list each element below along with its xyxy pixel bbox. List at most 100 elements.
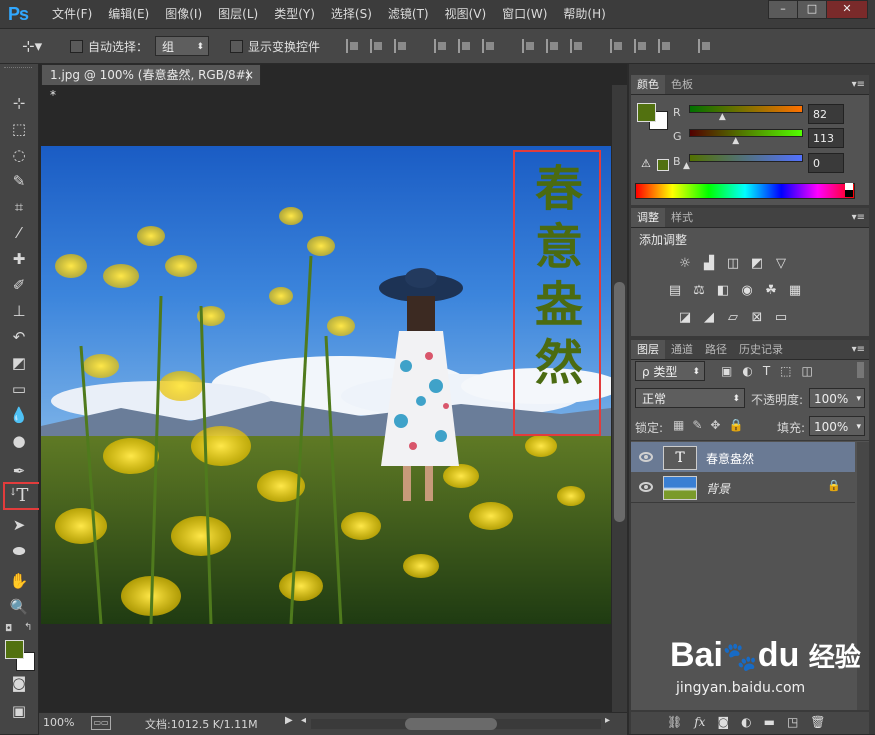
filter-type-icon[interactable]: T: [763, 364, 770, 378]
close-tab-icon[interactable]: ×: [244, 65, 254, 85]
menu-select[interactable]: 选择(S): [323, 0, 380, 28]
link-layers-icon[interactable]: ⛓: [667, 715, 682, 729]
tab-adjustments[interactable]: 调整: [631, 208, 665, 227]
filter-pixel-icon[interactable]: ▣: [721, 364, 732, 378]
distribute-vcenter-icon[interactable]: [546, 39, 560, 53]
slider-r-thumb[interactable]: ▲: [719, 112, 726, 122]
slider-b[interactable]: [689, 154, 803, 162]
menu-layer[interactable]: 图层(L): [210, 0, 266, 28]
tab-paths[interactable]: 路径: [699, 340, 733, 359]
scroll-right-arrow-icon[interactable]: ▸: [605, 715, 610, 726]
hand-tool-icon[interactable]: ✋: [8, 570, 30, 592]
align-top-icon[interactable]: [346, 39, 360, 53]
vibrance-icon[interactable]: ▽: [773, 257, 789, 271]
fg-color-chip[interactable]: [637, 103, 656, 122]
selective-color-icon[interactable]: ⊠: [749, 311, 765, 325]
layer-name[interactable]: 春意盎然: [706, 450, 754, 467]
tab-history[interactable]: 历史记录: [733, 340, 789, 359]
filter-smart-icon[interactable]: ◫: [802, 364, 813, 378]
layer-filter-dropdown[interactable]: ρ 类型 ⬍: [635, 361, 705, 381]
panel-menu-icon[interactable]: ▾≡: [852, 208, 869, 227]
color-balance-icon[interactable]: ⚖: [691, 284, 707, 298]
gamut-warning-icon[interactable]: ⚠: [641, 157, 651, 170]
align-vcenter-icon[interactable]: [370, 39, 384, 53]
path-select-tool-icon[interactable]: ➤: [8, 514, 30, 536]
move-tool-preset-icon[interactable]: ⊹▾: [22, 37, 42, 55]
black-white-icon[interactable]: ◧: [715, 284, 731, 298]
slider-g-thumb[interactable]: ▲: [732, 136, 739, 146]
align-hcenter-icon[interactable]: [458, 39, 472, 53]
value-r[interactable]: 82: [808, 104, 844, 124]
align-left-icon[interactable]: [434, 39, 448, 53]
visibility-eye-icon[interactable]: [639, 452, 653, 462]
filter-shape-icon[interactable]: ⬚: [780, 364, 791, 378]
lasso-tool-icon[interactable]: ◌: [8, 144, 30, 166]
ellipse-tool-icon[interactable]: ⬬: [8, 540, 30, 562]
photo-filter-icon[interactable]: ◉: [739, 284, 755, 298]
zoom-tool-icon[interactable]: 🔍: [8, 596, 30, 618]
layer-row-text[interactable]: T 春意盎然: [631, 442, 855, 473]
slider-b-thumb[interactable]: ▲: [683, 161, 690, 171]
crop-tool-icon[interactable]: ⌗: [8, 196, 30, 218]
filter-toggle[interactable]: [857, 362, 864, 378]
stamp-tool-icon[interactable]: ⊥: [8, 300, 30, 322]
tab-channels[interactable]: 通道: [665, 340, 699, 359]
auto-align-icon[interactable]: [698, 39, 712, 53]
opacity-input[interactable]: 100% ▾: [809, 388, 865, 408]
minimize-button[interactable]: –: [768, 0, 798, 19]
distribute-hcenter-icon[interactable]: [634, 39, 648, 53]
scroll-left-arrow-icon[interactable]: ◂: [301, 715, 306, 726]
type-tool-icon[interactable]: ꜜT: [8, 485, 30, 507]
brightness-icon[interactable]: ☼: [677, 257, 693, 271]
move-tool-icon[interactable]: ⊹: [8, 92, 30, 114]
hue-saturation-icon[interactable]: ▤: [667, 284, 683, 298]
levels-icon[interactable]: ▟: [701, 257, 717, 271]
lock-pixels-icon[interactable]: ✎: [692, 418, 702, 432]
menu-image[interactable]: 图像(I): [157, 0, 210, 28]
color-spectrum-bar[interactable]: [635, 183, 855, 199]
channel-mixer-icon[interactable]: ☘: [763, 284, 779, 298]
close-button[interactable]: ✕: [826, 0, 868, 19]
distribute-bottom-icon[interactable]: [570, 39, 584, 53]
swap-colors-icon[interactable]: ↰: [24, 622, 32, 633]
threshold-icon[interactable]: ▱: [725, 311, 741, 325]
visibility-eye-icon[interactable]: [639, 482, 653, 492]
delete-layer-icon[interactable]: 🗑: [810, 715, 825, 729]
gradient-map-icon[interactable]: ▭: [773, 311, 789, 325]
new-layer-icon[interactable]: ◳: [787, 715, 798, 729]
new-adjustment-icon[interactable]: ◐: [741, 715, 751, 729]
spectrum-bw-chip[interactable]: [845, 183, 853, 197]
menu-file[interactable]: 文件(F): [44, 0, 100, 28]
eyedropper-tool-icon[interactable]: ⁄: [8, 222, 30, 244]
healing-brush-tool-icon[interactable]: ✚: [8, 248, 30, 270]
panel-menu-icon[interactable]: ▾≡: [852, 75, 869, 94]
tab-color[interactable]: 颜色: [631, 75, 665, 94]
slider-r[interactable]: [689, 105, 803, 113]
new-group-icon[interactable]: ▬: [764, 715, 775, 729]
show-transform-checkbox[interactable]: [230, 40, 243, 53]
default-colors-icon[interactable]: ◘: [5, 624, 12, 634]
layer-row-background[interactable]: 背景 🔒: [631, 472, 855, 503]
exposure-icon[interactable]: ◩: [749, 257, 765, 271]
color-lookup-icon[interactable]: ▦: [787, 284, 803, 298]
screen-mode-icon[interactable]: ▣: [8, 700, 30, 722]
menu-type[interactable]: 类型(Y): [266, 0, 323, 28]
eraser-tool-icon[interactable]: ◩: [8, 352, 30, 374]
value-b[interactable]: 0: [808, 153, 844, 173]
quick-select-tool-icon[interactable]: ✎: [8, 170, 30, 192]
menu-window[interactable]: 窗口(W): [494, 0, 555, 28]
blend-mode-dropdown[interactable]: 正常 ⬍: [635, 388, 745, 408]
vertical-scroll-thumb[interactable]: [614, 282, 625, 522]
blur-tool-icon[interactable]: 💧: [8, 404, 30, 426]
quick-mask-icon[interactable]: ◙: [8, 672, 30, 694]
toolbox-grip[interactable]: [4, 67, 32, 72]
horizontal-scroll-thumb[interactable]: [405, 718, 497, 730]
invert-icon[interactable]: ◪: [677, 311, 693, 325]
auto-select-dropdown[interactable]: 组 ⬍: [155, 36, 209, 56]
pen-tool-icon[interactable]: ✒: [8, 460, 30, 482]
text-selection-box[interactable]: 春 意 盎 然: [513, 150, 601, 436]
gamut-swatch[interactable]: [657, 159, 669, 171]
posterize-icon[interactable]: ◢: [701, 311, 717, 325]
status-menu-arrow-icon[interactable]: ▶: [285, 715, 293, 726]
distribute-left-icon[interactable]: [610, 39, 624, 53]
